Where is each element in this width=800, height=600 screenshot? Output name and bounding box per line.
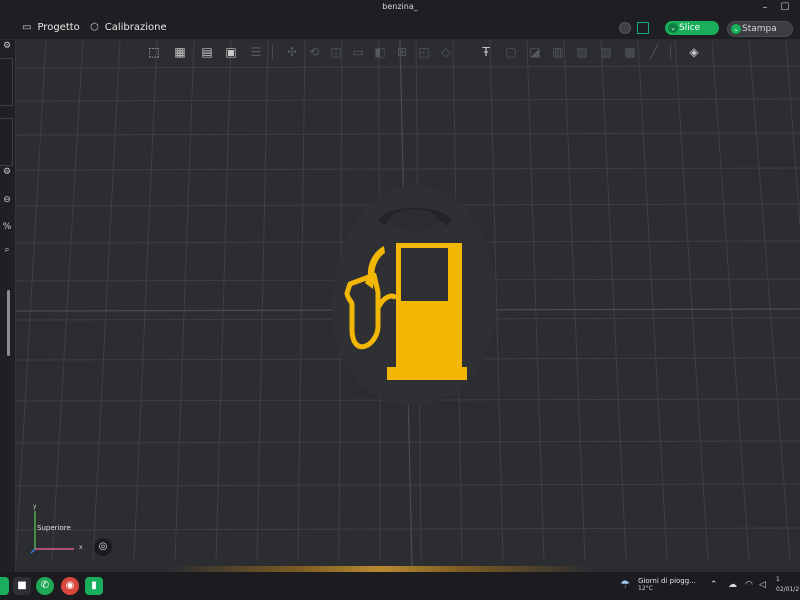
move-icon: ✣ <box>286 45 298 59</box>
add-object-icon[interactable]: ⬚ <box>145 43 163 61</box>
text-tool-icon[interactable]: Ŧ <box>477 43 495 61</box>
tab-label: Calibrazione <box>104 22 167 33</box>
app-icon[interactable] <box>0 577 9 595</box>
taskbar-glow <box>170 566 590 572</box>
settings-icon[interactable]: ⚙ <box>1 40 13 52</box>
chevron-up-icon[interactable]: ⌃ <box>710 580 718 590</box>
title-bar: benzina_ – ☐ <box>0 0 800 17</box>
cloud-icon[interactable]: ☁ <box>728 580 737 590</box>
minimize-button[interactable]: – <box>758 1 772 15</box>
left-sidebar: ⚙ ⚙ ⊖ % ⌕ <box>0 40 16 572</box>
weather-widget[interactable]: Giorni di piogg... 12°C <box>638 577 696 592</box>
split-icon: ▧ <box>600 45 612 59</box>
clock-time: 1 <box>776 576 780 583</box>
view-label: Superiore <box>37 524 71 532</box>
print-button[interactable]: ⌄ Stampa <box>727 21 793 37</box>
minus-circle-icon[interactable]: ⊖ <box>1 194 13 206</box>
tab-progetto[interactable]: ▭ Progetto <box>22 19 80 37</box>
tab-label: Progetto <box>37 22 80 33</box>
seam-icon: ◰ <box>418 45 430 59</box>
clock-date: 02/01/2 <box>776 586 800 593</box>
add-plate-icon[interactable]: ▦ <box>171 43 189 61</box>
measure-icon: ◇ <box>441 45 451 59</box>
chevron-down-icon[interactable]: ⌄ <box>668 23 678 33</box>
menu-bar: ▭ Progetto ⬡ Calibrazione ⌄ Slice ⌄ Stampa <box>0 17 800 40</box>
svg-tool-icon: ▢ <box>505 45 517 59</box>
camera-focus-button[interactable]: ◎ <box>94 538 112 556</box>
weather-temp: 12°C <box>638 585 653 592</box>
taskbar: ■ ✆ ◉ ▮ ☂ Giorni di piogg... 12°C ⌃ ☁ ◠ … <box>0 566 800 600</box>
gear-icon[interactable]: ⚙ <box>1 166 13 178</box>
brush-icon: ◪ <box>529 45 541 59</box>
arrange-icon[interactable]: ▤ <box>198 43 216 61</box>
sliced-preview-icon[interactable] <box>637 22 649 34</box>
toolbar-separator <box>272 45 273 59</box>
orient-icon[interactable]: ▣ <box>222 43 240 61</box>
search-icon[interactable]: ⌕ <box>1 244 13 256</box>
slice-button[interactable]: ⌄ Slice <box>665 21 719 35</box>
weather-icon: ☂ <box>620 578 630 591</box>
build-plate-grid <box>16 40 800 567</box>
window-title: benzina_ <box>382 2 418 11</box>
toolbar-separator <box>670 45 671 59</box>
weather-text: Giorni di piogg... <box>638 577 696 585</box>
calibration-icon: ⬡ <box>90 22 99 33</box>
maximize-button[interactable]: ☐ <box>778 1 792 15</box>
list-icon: ☰ <box>250 45 262 59</box>
plate-card[interactable] <box>0 58 13 106</box>
store-icon[interactable]: ■ <box>13 577 31 595</box>
bambu-studio-icon[interactable]: ▮ <box>85 577 103 595</box>
tab-calibrazione[interactable]: ⬡ Calibrazione <box>90 19 167 37</box>
print-label: Stampa <box>742 24 777 34</box>
volume-icon[interactable]: ◁ <box>759 580 766 590</box>
project-icon: ▭ <box>22 22 32 33</box>
chevron-down-icon[interactable]: ⌄ <box>731 24 741 34</box>
axis-x-label: x <box>79 544 83 551</box>
slash-icon: ╱ <box>650 45 658 59</box>
cut-icon: ◧ <box>374 45 386 59</box>
scale-icon: ◫ <box>330 45 342 59</box>
variable-layer-icon: ▨ <box>576 45 588 59</box>
assembly-icon: ▩ <box>624 45 636 59</box>
scrollbar[interactable] <box>7 290 10 356</box>
paint-icon: ▥ <box>552 45 564 59</box>
wifi-icon[interactable]: ◠ <box>745 580 753 590</box>
viewport-3d[interactable] <box>16 40 800 567</box>
chrome-icon[interactable]: ◉ <box>61 577 79 595</box>
plate-card-2[interactable] <box>0 118 13 166</box>
percent-icon[interactable]: % <box>1 221 13 233</box>
lay-flat-icon: ▭ <box>352 45 364 59</box>
emboss-icon[interactable]: ◈ <box>685 43 703 61</box>
whatsapp-icon[interactable]: ✆ <box>36 577 54 595</box>
status-icon[interactable] <box>619 22 631 34</box>
clock[interactable]: 1 02/01/2 <box>776 575 799 595</box>
rotate-icon: ⟲ <box>308 45 320 59</box>
axis-y-label: y <box>33 503 37 510</box>
slice-label: Slice <box>679 23 701 33</box>
support-icon: ⊞ <box>396 45 408 59</box>
